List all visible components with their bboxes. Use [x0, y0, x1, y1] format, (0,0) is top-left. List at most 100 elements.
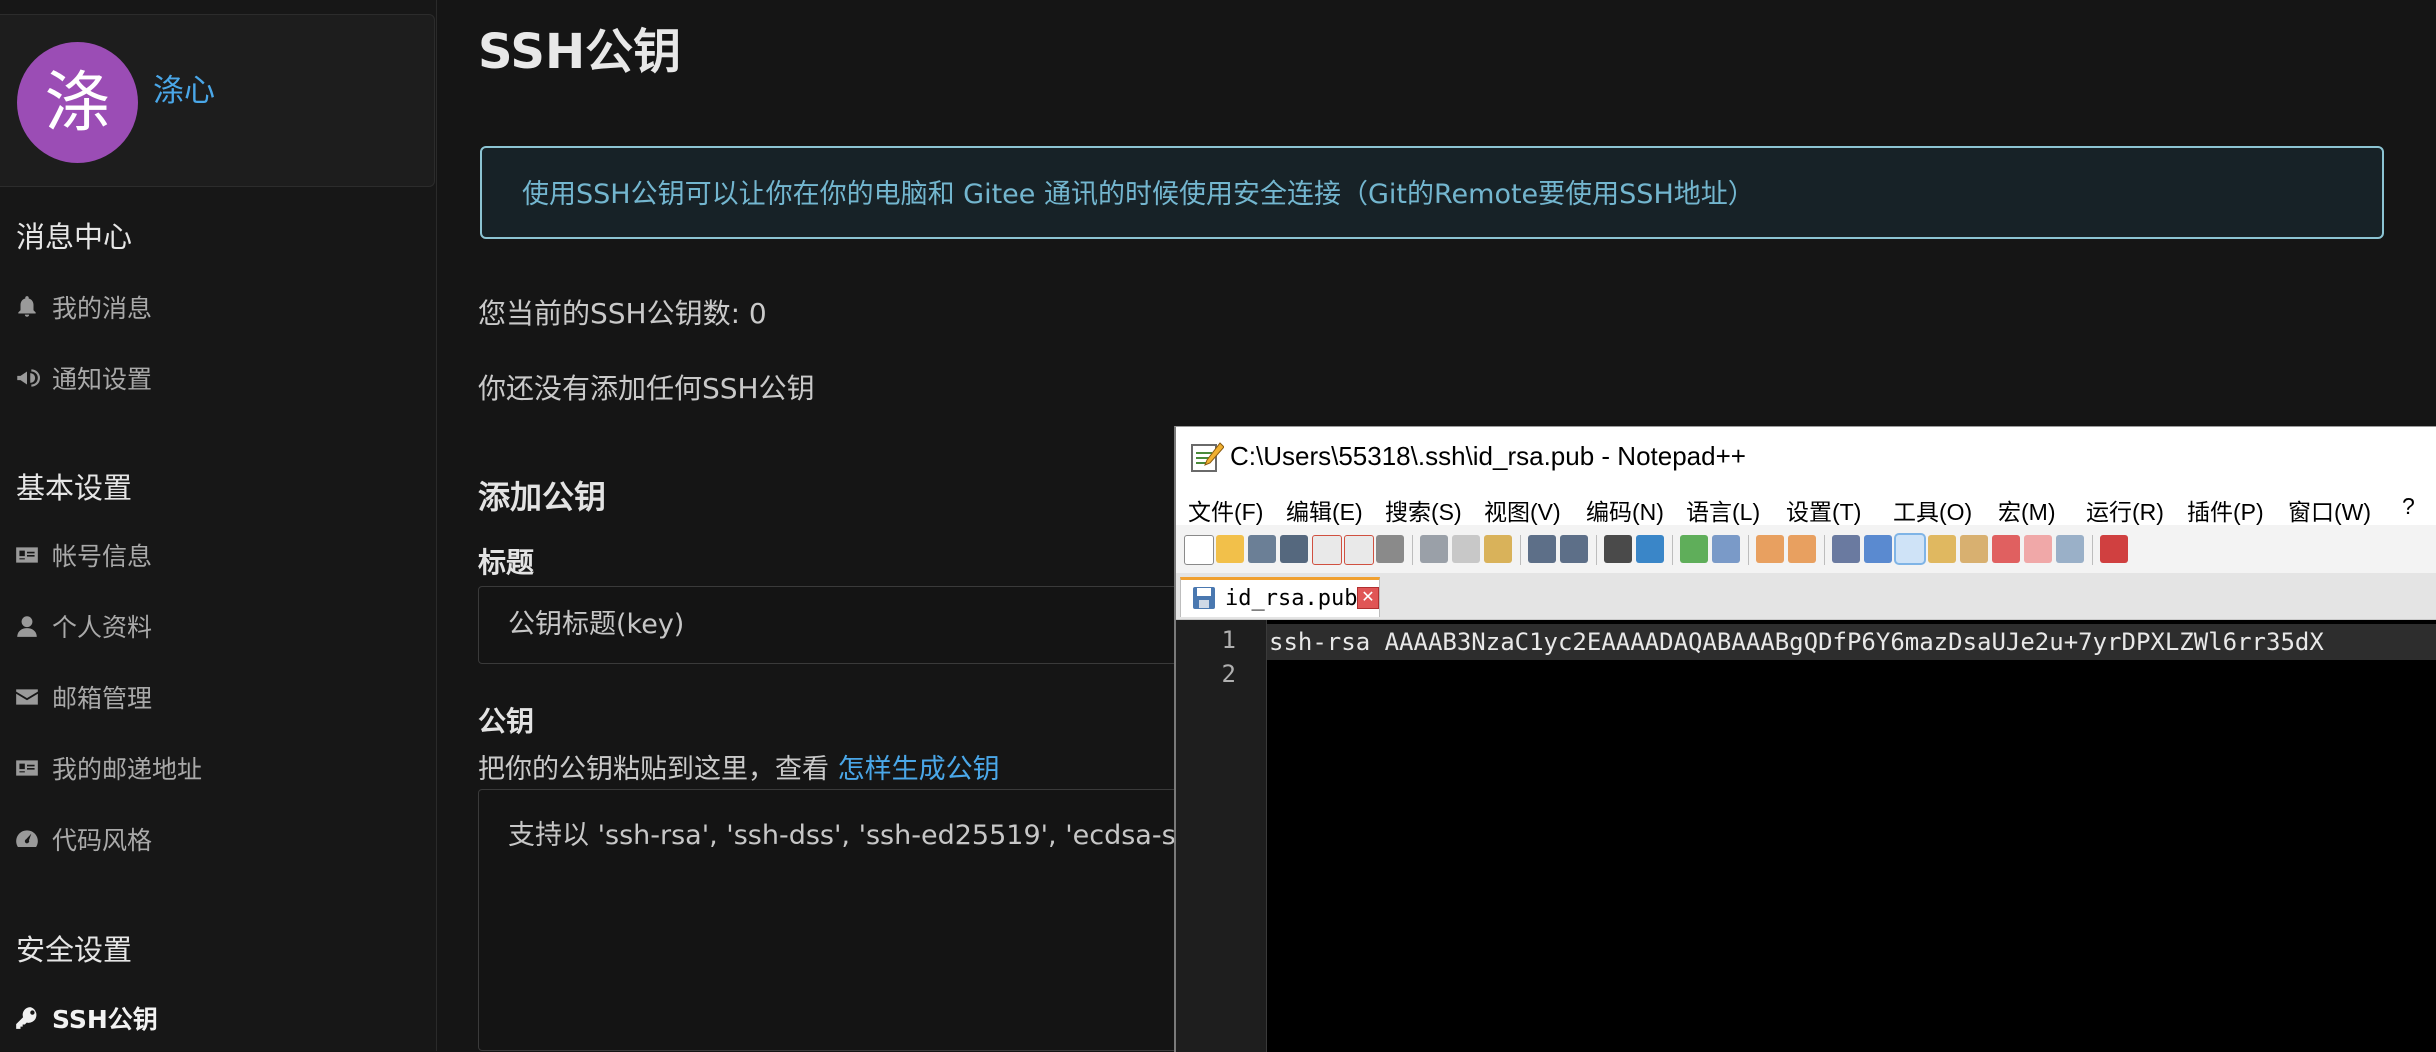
close-file-icon[interactable]	[1312, 535, 1342, 565]
paste-icon[interactable]	[1484, 535, 1512, 563]
document-map-icon[interactable]	[1960, 535, 1988, 563]
text-editor-area[interactable]: ssh-rsa AAAAB3NzaC1yc2EAAAADAQABAAABgQDf…	[1267, 620, 2436, 1052]
indent-guide-icon[interactable]	[1894, 533, 1926, 565]
menu-help[interactable]: ?	[2402, 493, 2415, 520]
sidebar-item-label: SSH公钥	[52, 1005, 158, 1034]
sidebar-item-notification-settings[interactable]: 通知设置	[14, 358, 152, 398]
user-icon	[17, 616, 37, 637]
menu-view[interactable]: 视图(V)	[1484, 493, 1561, 527]
menu-run[interactable]: 运行(R)	[2086, 493, 2164, 527]
id-card-icon	[16, 547, 38, 563]
menu-encoding[interactable]: 编码(N)	[1586, 493, 1664, 527]
user-language-icon[interactable]	[1928, 535, 1956, 563]
zoom-out-icon[interactable]	[1712, 535, 1740, 563]
sidebar-item-label: 代码风格	[52, 826, 153, 855]
menu-search[interactable]: 搜索(S)	[1385, 493, 1462, 527]
section-heading-security: 安全设置	[16, 933, 133, 967]
toolbar-separator	[2092, 535, 2093, 565]
zoom-in-icon[interactable]	[1680, 535, 1708, 563]
info-alert: 使用SSH公钥可以让你在你的电脑和 Gitee 通讯的时候使用安全连接（Git的…	[480, 146, 2384, 239]
public-key-textarea[interactable]: 支持以 'ssh-rsa', 'ssh-dss', 'ssh-ed25519',…	[478, 789, 1198, 1051]
sync-horizontal-icon[interactable]	[1788, 535, 1816, 563]
sidebar-item-account-info[interactable]: 帐号信息	[14, 535, 152, 575]
title-field-label: 标题	[478, 546, 535, 579]
save-icon[interactable]	[1248, 535, 1276, 563]
sync-vertical-icon[interactable]	[1756, 535, 1784, 563]
menu-plugins[interactable]: 插件(P)	[2187, 493, 2264, 527]
editor-line-1[interactable]: ssh-rsa AAAAB3NzaC1yc2EAAAADAQABAAABgQDf…	[1267, 624, 2436, 660]
close-all-icon[interactable]	[1344, 535, 1374, 565]
key-hint: 把你的公钥粘贴到这里，查看 怎样生成公钥	[478, 747, 1000, 786]
key-title-input[interactable]: 公钥标题(key)	[478, 586, 1198, 664]
menu-tools[interactable]: 工具(O)	[1893, 493, 1972, 527]
notepad-app-icon	[1191, 442, 1224, 472]
copy-icon[interactable]	[1452, 535, 1480, 563]
menu-edit[interactable]: 编辑(E)	[1286, 493, 1363, 527]
sidebar-item-label: 帐号信息	[52, 542, 153, 571]
bell-icon	[18, 296, 36, 317]
page-title: SSH公钥	[478, 24, 682, 80]
sidebar-item-label: 个人资料	[52, 613, 153, 642]
line-number: 2	[1221, 660, 1236, 688]
npp-menu-bar: 文件(F) 编辑(E) 搜索(S) 视图(V) 编码(N) 语言(L) 设置(T…	[1176, 487, 2436, 525]
menu-file[interactable]: 文件(F)	[1188, 493, 1263, 527]
save-all-icon[interactable]	[1280, 535, 1308, 563]
sidebar-item-profile[interactable]: 个人资料	[14, 606, 152, 646]
new-file-icon[interactable]	[1184, 535, 1214, 565]
line-number: 1	[1221, 626, 1236, 654]
toolbar-separator	[1520, 535, 1521, 565]
print-icon[interactable]	[1376, 535, 1404, 563]
envelope-icon	[16, 689, 38, 705]
dashboard-icon	[16, 830, 38, 848]
undo-icon[interactable]	[1528, 535, 1556, 563]
saved-file-icon	[1193, 587, 1215, 609]
record-macro-icon[interactable]	[2100, 535, 2128, 563]
section-heading-basic: 基本设置	[16, 471, 133, 505]
address-card-icon	[16, 760, 38, 776]
sidebar-item-email[interactable]: 邮箱管理	[14, 677, 152, 717]
toolbar-separator	[1672, 535, 1673, 565]
folder-as-workspace-icon[interactable]	[2024, 535, 2052, 563]
show-all-chars-icon[interactable]	[1864, 535, 1892, 563]
tab-id-rsa-pub[interactable]: id_rsa.pub ✕	[1180, 577, 1380, 617]
key-hint-text: 把你的公钥粘贴到这里，查看	[478, 754, 829, 785]
editor-line-text: ssh-rsa AAAAB3NzaC1yc2EAAAADAQABAAABgQDf…	[1269, 628, 2324, 656]
npp-tab-bar: id_rsa.pub ✕	[1176, 573, 2436, 621]
close-tab-icon[interactable]: ✕	[1357, 587, 1379, 609]
how-to-generate-key-link[interactable]: 怎样生成公钥	[838, 754, 1000, 785]
sidebar-item-address[interactable]: 我的邮递地址	[14, 748, 202, 788]
menu-settings[interactable]: 设置(T)	[1786, 493, 1861, 527]
monitoring-icon[interactable]	[2056, 535, 2084, 563]
npp-title-bar[interactable]: C:\Users\55318\.ssh\id_rsa.pub - Notepad…	[1176, 427, 2436, 487]
line-number-gutter: 1 2	[1176, 620, 1267, 1052]
ssh-key-count: 您当前的SSH公钥数: 0	[478, 297, 767, 330]
sidebar-item-label: 邮箱管理	[52, 684, 153, 713]
sidebar-item-label: 我的消息	[52, 294, 153, 323]
toolbar-separator	[1824, 535, 1825, 565]
megaphone-icon	[17, 369, 40, 387]
sidebar-item-my-messages[interactable]: 我的消息	[14, 287, 152, 327]
sidebar-item-code-style[interactable]: 代码风格	[14, 819, 152, 859]
cut-icon[interactable]	[1420, 535, 1448, 563]
open-file-icon[interactable]	[1216, 535, 1244, 563]
function-list-icon[interactable]	[1992, 535, 2020, 563]
word-wrap-icon[interactable]	[1832, 535, 1860, 563]
menu-language[interactable]: 语言(L)	[1686, 493, 1760, 527]
toolbar-separator	[1412, 535, 1413, 565]
menu-window[interactable]: 窗口(W)	[2288, 493, 2371, 527]
sidebar-item-ssh-keys[interactable]: SSH公钥	[14, 998, 158, 1038]
key-icon	[16, 1007, 37, 1029]
npp-toolbar	[1176, 525, 2436, 574]
notepad-plus-plus-window[interactable]: C:\Users\55318\.ssh\id_rsa.pub - Notepad…	[1174, 426, 2436, 1052]
profile-card: 涤 涤心	[0, 14, 435, 187]
section-heading-messages: 消息中心	[16, 220, 133, 254]
redo-icon[interactable]	[1560, 535, 1588, 563]
username-link[interactable]: 涤心	[153, 65, 215, 110]
sidebar-item-label: 通知设置	[52, 365, 153, 394]
avatar[interactable]: 涤	[17, 42, 138, 163]
sidebar-item-label: 我的邮递地址	[52, 755, 203, 784]
replace-icon[interactable]	[1636, 535, 1664, 563]
settings-sidebar: 涤 涤心 消息中心 我的消息 通知设置 基本设置 帐号信息 个人资料 邮箱管理 …	[0, 0, 437, 1051]
find-icon[interactable]	[1604, 535, 1632, 563]
menu-macro[interactable]: 宏(M)	[1998, 493, 2055, 527]
